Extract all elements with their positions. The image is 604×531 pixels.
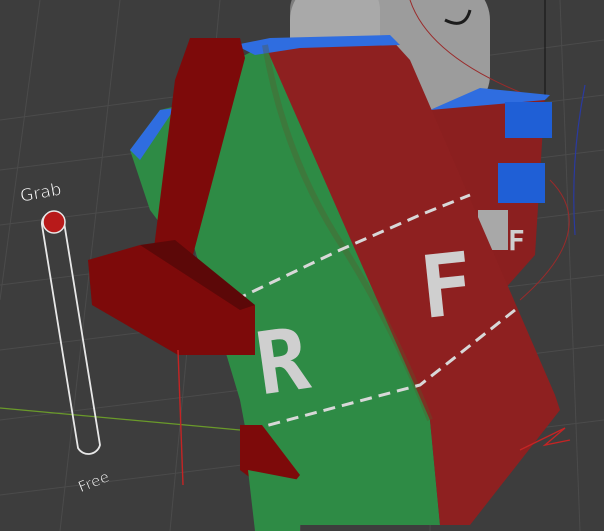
- blue-strap-lower: [498, 163, 545, 203]
- back-face-letter: F: [508, 224, 525, 257]
- x-axis-line: [0, 407, 241, 431]
- 3d-viewport[interactable]: F R F Grab Free: [0, 0, 604, 531]
- slider-track[interactable]: [41, 211, 101, 455]
- cube-front-letter: F: [416, 234, 478, 339]
- blue-strap-upper: [505, 102, 552, 138]
- free-label: Free: [76, 468, 112, 497]
- slider-handle[interactable]: [42, 210, 66, 234]
- grab-label: Grab: [19, 180, 63, 207]
